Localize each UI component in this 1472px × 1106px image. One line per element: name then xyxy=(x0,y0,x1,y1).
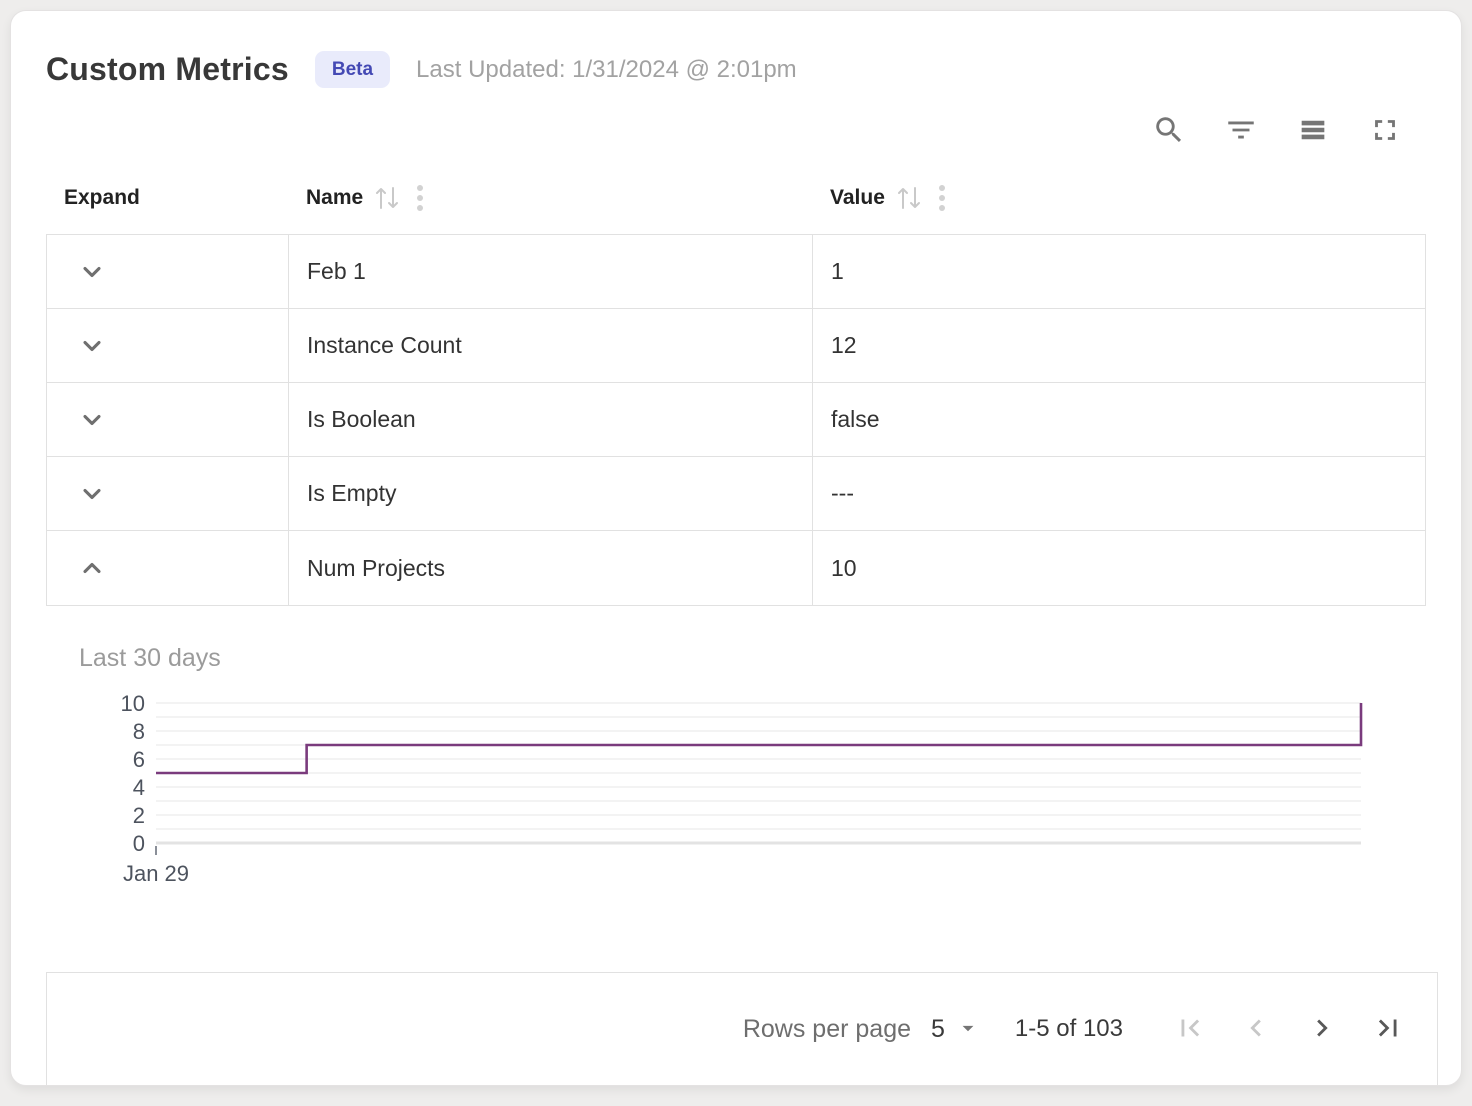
chevron-down-icon xyxy=(78,332,106,360)
table-row-expanded: Num Projects 10 xyxy=(47,531,1425,605)
table-row: Is Empty --- xyxy=(47,457,1425,531)
column-menu-icon[interactable] xyxy=(413,183,427,213)
sort-arrows-icon[interactable] xyxy=(373,185,403,211)
previous-page-button[interactable] xyxy=(1237,1010,1275,1048)
value-cell: false xyxy=(813,383,1425,456)
name-cell: Feb 1 xyxy=(289,235,813,308)
density-icon xyxy=(1296,113,1330,150)
table-body: Feb 1 1 Instance Count 12 Is Boolean fal… xyxy=(46,234,1426,606)
value-cell: --- xyxy=(813,457,1425,530)
pager-controls xyxy=(1171,1010,1407,1048)
rows-per-page: Rows per page 5 xyxy=(743,1015,981,1044)
collapse-row-button[interactable] xyxy=(77,553,107,583)
column-header-value[interactable]: Value xyxy=(812,183,1426,213)
expand-row-button[interactable] xyxy=(77,405,107,435)
beta-badge: Beta xyxy=(315,51,390,88)
column-header-name[interactable]: Name xyxy=(288,183,812,213)
table-row: Feb 1 1 xyxy=(47,235,1425,309)
table-header-row: Expand Name Value xyxy=(46,172,1426,224)
column-header-label: Expand xyxy=(64,186,140,210)
expand-row-button[interactable] xyxy=(77,479,107,509)
chart-title: Last 30 days xyxy=(79,644,1461,673)
first-page-icon xyxy=(1173,1011,1207,1048)
svg-text:6: 6 xyxy=(133,747,145,772)
filter-icon xyxy=(1224,113,1258,150)
table-row: Instance Count 12 xyxy=(47,309,1425,383)
search-button[interactable] xyxy=(1151,113,1187,149)
first-page-button[interactable] xyxy=(1171,1010,1209,1048)
name-cell: Instance Count xyxy=(289,309,813,382)
column-menu-icon[interactable] xyxy=(935,183,949,213)
metric-chart: 0 2 4 6 8 10 Jan 29 xyxy=(101,689,1411,889)
expand-cell xyxy=(47,457,289,530)
density-button[interactable] xyxy=(1295,113,1331,149)
rows-per-page-label: Rows per page xyxy=(743,1015,911,1044)
last-page-icon xyxy=(1371,1011,1405,1048)
dropdown-arrow-icon xyxy=(955,1015,981,1044)
svg-text:4: 4 xyxy=(133,775,145,800)
svg-text:10: 10 xyxy=(121,691,145,716)
chevron-right-icon xyxy=(1305,1011,1339,1048)
svg-text:0: 0 xyxy=(133,831,145,856)
name-cell: Is Boolean xyxy=(289,383,813,456)
value-cell: 12 xyxy=(813,309,1425,382)
search-icon xyxy=(1152,113,1186,150)
last-page-button[interactable] xyxy=(1369,1010,1407,1048)
expand-cell xyxy=(47,531,289,605)
expand-row-button[interactable] xyxy=(77,257,107,287)
chevron-left-icon xyxy=(1239,1011,1273,1048)
svg-text:2: 2 xyxy=(133,803,145,828)
sort-arrows-icon[interactable] xyxy=(895,185,925,211)
value-cell: 1 xyxy=(813,235,1425,308)
svg-text:8: 8 xyxy=(133,719,145,744)
name-cell: Num Projects xyxy=(289,531,813,605)
custom-metrics-card: Custom Metrics Beta Last Updated: 1/31/2… xyxy=(10,10,1462,1086)
name-cell: Is Empty xyxy=(289,457,813,530)
table-toolbar xyxy=(11,88,1461,150)
chevron-up-icon xyxy=(78,554,106,582)
expand-row-button[interactable] xyxy=(77,331,107,361)
page-title: Custom Metrics xyxy=(46,51,289,88)
rows-per-page-select[interactable]: 5 xyxy=(931,1015,981,1044)
value-cell: 10 xyxy=(813,531,1425,605)
metric-chart-container: 0 2 4 6 8 10 Jan 29 xyxy=(101,689,1461,889)
last-updated-text: Last Updated: 1/31/2024 @ 2:01pm xyxy=(416,56,797,84)
rows-per-page-value: 5 xyxy=(931,1015,945,1044)
column-header-label: Name xyxy=(306,186,363,210)
page-header: Custom Metrics Beta Last Updated: 1/31/2… xyxy=(11,11,1461,88)
column-header-label: Value xyxy=(830,186,885,210)
expand-cell xyxy=(47,383,289,456)
fullscreen-button[interactable] xyxy=(1367,113,1403,149)
chevron-down-icon xyxy=(78,480,106,508)
chevron-down-icon xyxy=(78,258,106,286)
next-page-button[interactable] xyxy=(1303,1010,1341,1048)
pagination-range-label: 1-5 of 103 xyxy=(1015,1015,1123,1043)
svg-text:Jan 29: Jan 29 xyxy=(123,861,189,886)
chevron-down-icon xyxy=(78,406,106,434)
expand-cell xyxy=(47,309,289,382)
filter-button[interactable] xyxy=(1223,113,1259,149)
fullscreen-icon xyxy=(1368,113,1402,150)
table-footer: Rows per page 5 1-5 of 103 xyxy=(46,972,1438,1085)
column-header-expand: Expand xyxy=(46,186,288,210)
table-row: Is Boolean false xyxy=(47,383,1425,457)
expand-cell xyxy=(47,235,289,308)
